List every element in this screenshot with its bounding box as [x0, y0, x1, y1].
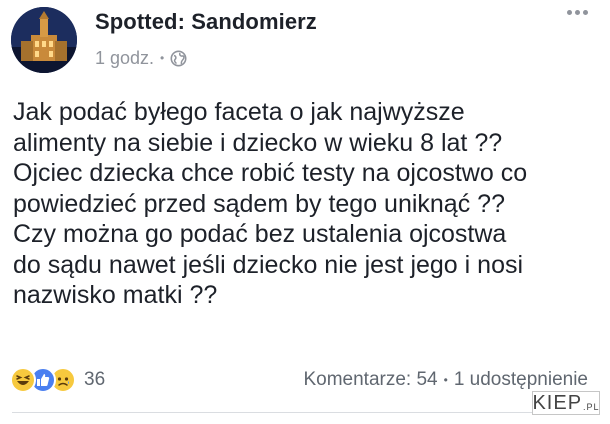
shares-count[interactable]: 1 udostępnienie [454, 369, 588, 391]
footer-divider [12, 412, 598, 413]
meta-separator: • [160, 50, 165, 65]
reactions-summary[interactable]: 36 [10, 367, 105, 393]
post-timestamp[interactable]: 1 godz. [95, 48, 154, 69]
reaction-count: 36 [84, 369, 106, 390]
post-body: Jak podać byłego faceta o jak najwyższe … [13, 98, 528, 309]
globe-icon [170, 50, 187, 67]
haha-reaction-icon [10, 367, 36, 393]
post-meta: 1 godz. • [95, 48, 187, 69]
page-avatar[interactable] [11, 7, 77, 73]
comments-count[interactable]: Komentarze: 54 [303, 369, 437, 391]
page-name[interactable]: Spotted: Sandomierz [95, 9, 317, 35]
engagement-stats: Komentarze: 54 • 1 udostępnienie [303, 369, 588, 391]
town-hall-photo [11, 7, 77, 73]
more-options-icon[interactable] [567, 10, 588, 15]
post-card: Spotted: Sandomierz 1 godz. • Jak podać … [0, 0, 610, 424]
kiep-watermark-logo: KIEP .PL [532, 391, 600, 415]
stats-separator: • [443, 373, 448, 387]
